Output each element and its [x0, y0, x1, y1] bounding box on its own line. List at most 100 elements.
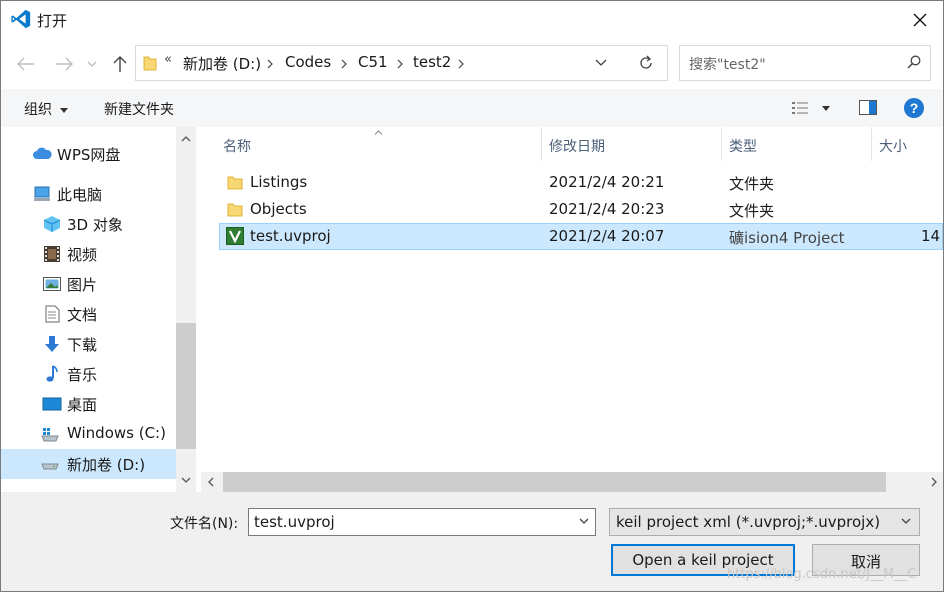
chevron-right-icon[interactable]	[458, 59, 464, 69]
chevron-down-icon	[901, 518, 911, 524]
column-header-name[interactable]: 名称	[201, 127, 541, 161]
search-box[interactable]: 搜索"test2"	[679, 45, 931, 81]
column-header-label: 名称	[223, 139, 251, 155]
search-placeholder: 搜索"test2"	[689, 57, 766, 73]
column-header-label: 修改日期	[549, 139, 605, 155]
organize-button[interactable]: 组织	[24, 99, 69, 119]
sidebar-item-videos[interactable]: 视频	[1, 239, 176, 269]
crumb-test2[interactable]: test2	[413, 53, 451, 71]
sidebar-item-label: 文档	[67, 306, 98, 324]
file-type-select[interactable]: keil project xml (*.uvproj;*.uvprojx)	[609, 508, 920, 536]
3d-objects-icon	[43, 216, 61, 232]
sidebar-item-label: 新加卷 (D:)	[67, 456, 146, 474]
video-icon	[44, 246, 60, 262]
new-folder-button[interactable]: 新建文件夹	[104, 99, 174, 119]
arrow-right-icon	[56, 57, 73, 71]
file-list-horizontal-scrollbar[interactable]	[201, 472, 943, 492]
filename-value: test.uvproj	[254, 513, 335, 531]
column-header-type[interactable]: 类型	[722, 127, 871, 161]
preview-pane-icon	[859, 100, 877, 115]
drive-c-icon	[41, 428, 59, 442]
sort-ascending-icon	[374, 130, 383, 135]
keil-uvision-icon	[226, 227, 244, 245]
column-header-date[interactable]: 修改日期	[542, 127, 721, 161]
sidebar-item-label: Windows (C:)	[67, 424, 166, 442]
desktop-icon	[42, 397, 62, 411]
sidebar-item-this-pc[interactable]: 此电脑	[1, 179, 176, 209]
details-view-icon	[792, 102, 808, 114]
chevron-down-icon[interactable]	[181, 477, 191, 483]
preview-pane-button[interactable]	[859, 100, 877, 119]
column-header-size[interactable]: 大小	[872, 127, 943, 161]
crumb-codes[interactable]: Codes	[285, 53, 331, 71]
up-button[interactable]	[108, 52, 132, 76]
file-row-listings[interactable]: Listings 2021/2/4 20:21 文件夹	[219, 169, 943, 196]
organize-label: 组织	[24, 102, 52, 118]
address-dropdown-icon[interactable]	[594, 55, 608, 69]
file-date: 2021/2/4 20:21	[549, 173, 665, 191]
computer-icon	[34, 186, 50, 201]
chevron-right-icon[interactable]	[397, 59, 403, 69]
sidebar-item-label: 下载	[67, 336, 98, 354]
file-size: 14	[921, 227, 941, 245]
file-row-test-uvproj[interactable]: test.uvproj 2021/2/4 20:07 礦ision4 Proje…	[219, 223, 943, 250]
chevron-right-icon[interactable]	[931, 477, 937, 487]
chevron-right-icon[interactable]	[267, 59, 273, 69]
filename-label: 文件名(N):	[170, 516, 239, 532]
scrollbar-thumb[interactable]	[223, 472, 886, 492]
scrollbar-thumb[interactable]	[176, 323, 196, 449]
crumb-drive-d[interactable]: 新加卷 (D:)	[183, 53, 261, 74]
address-bar[interactable]: « 新加卷 (D:) Codes C51 test2	[135, 45, 625, 81]
svg-text:?: ?	[910, 100, 919, 116]
file-date: 2021/2/4 20:23	[549, 200, 665, 218]
close-button[interactable]	[897, 1, 943, 39]
file-date: 2021/2/4 20:07	[549, 227, 665, 245]
watermark-text: https://blog.csdn.net/J__M__C	[727, 567, 917, 582]
folder-icon	[227, 176, 243, 190]
view-options-button[interactable]	[791, 101, 830, 119]
sidebar-item-downloads[interactable]: 下载	[1, 329, 176, 359]
sidebar-item-label: 音乐	[67, 366, 98, 384]
sidebar-scrollbar[interactable]	[176, 127, 196, 492]
column-header-label: 大小	[879, 139, 907, 155]
download-icon	[45, 336, 59, 352]
chevron-left-icon[interactable]	[208, 477, 214, 487]
chevron-down-icon	[87, 61, 97, 67]
caret-down-icon	[60, 107, 69, 113]
forward-button[interactable]	[52, 52, 76, 76]
close-icon	[913, 13, 927, 27]
help-icon: ?	[904, 98, 924, 118]
file-type: 礦ision4 Project	[729, 229, 845, 247]
recent-locations-button[interactable]	[84, 52, 100, 76]
sidebar-item-drive-d[interactable]: 新加卷 (D:)	[1, 449, 176, 479]
filename-input[interactable]: test.uvproj	[248, 508, 596, 536]
title-bar: 打开	[1, 1, 943, 39]
help-button[interactable]: ?	[904, 98, 924, 122]
overflow-chevron[interactable]: «	[164, 52, 172, 67]
file-type: 文件夹	[729, 175, 775, 193]
file-name: Objects	[250, 200, 307, 218]
open-file-dialog: 打开 « 新加卷 (D:) Codes C51 test2 搜索"test2"	[0, 0, 944, 592]
chevron-down-icon[interactable]	[578, 515, 590, 527]
arrow-up-icon	[113, 56, 127, 72]
document-icon	[45, 305, 60, 323]
sidebar-item-wps-cloud[interactable]: WPS网盘	[1, 139, 176, 169]
sidebar-item-label: 此电脑	[57, 186, 103, 204]
sidebar-item-desktop[interactable]: 桌面	[1, 389, 176, 419]
sidebar-item-label: 桌面	[67, 396, 98, 414]
back-button[interactable]	[14, 52, 38, 76]
refresh-button[interactable]	[624, 45, 668, 81]
sidebar-item-documents[interactable]: 文档	[1, 299, 176, 329]
sidebar-item-music[interactable]: 音乐	[1, 359, 176, 389]
crumb-c51[interactable]: C51	[358, 53, 388, 71]
file-list: 名称 修改日期 类型 大小 Listings 2021/2/4 20:21 文件…	[201, 127, 943, 472]
sidebar-item-label: WPS网盘	[57, 146, 121, 164]
chevron-right-icon[interactable]	[341, 59, 347, 69]
sidebar-item-pictures[interactable]: 图片	[1, 269, 176, 299]
sidebar-item-3d-objects[interactable]: 3D 对象	[1, 209, 176, 239]
chevron-up-icon[interactable]	[181, 136, 191, 142]
file-row-objects[interactable]: Objects 2021/2/4 20:23 文件夹	[219, 196, 943, 223]
cloud-icon	[33, 147, 52, 159]
sidebar-item-drive-c[interactable]: Windows (C:)	[1, 419, 176, 449]
file-name: Listings	[250, 173, 308, 191]
